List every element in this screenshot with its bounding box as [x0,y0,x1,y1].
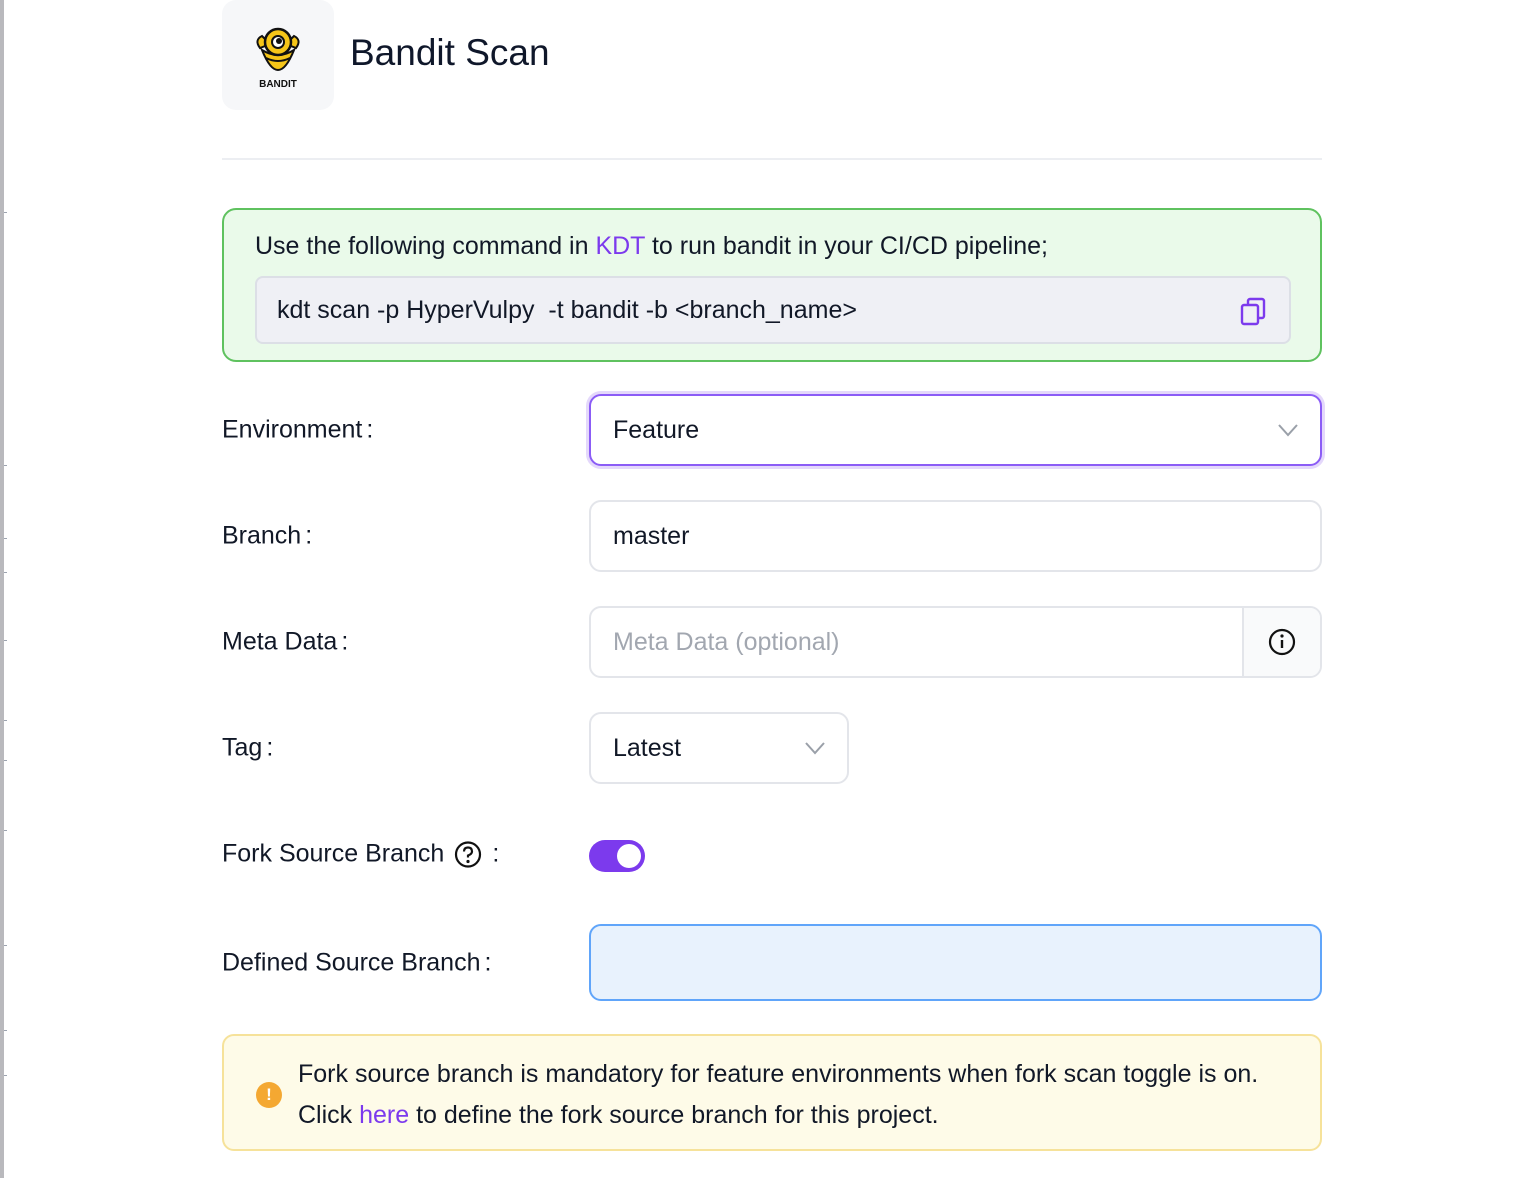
environment-row: Environment: Feature [222,394,1322,466]
chevron-down-icon [1278,424,1298,437]
command-intro-before: Use the following command in [255,232,596,260]
question-circle-icon[interactable] [454,840,482,868]
warning-icon: ! [256,1082,282,1108]
bandit-logo-text: BANDIT [259,79,297,90]
branch-input[interactable]: master [589,500,1322,572]
fork-source-branch-label: Fork Source Branch : [222,839,500,868]
warning-text-after: to define the fork source branch for thi… [409,1101,939,1129]
tag-value: Latest [613,733,682,762]
defined-source-branch-row: Defined Source Branch: [222,924,1322,1001]
bandit-logo-icon: BANDIT [256,27,300,90]
branch-row: Branch: master [222,500,1322,572]
command-box: Use the following command in KDT to run … [222,208,1322,362]
defined-source-branch-value [591,926,613,954]
toggle-knob [617,844,641,868]
tag-row: Tag: Latest [222,712,1322,784]
panel-header: BANDIT Bandit Scan [222,0,1322,160]
define-fork-branch-link[interactable]: here [359,1101,409,1129]
command-code-box: kdt scan -p HyperVulpy -t bandit -b <bra… [255,276,1291,344]
chevron-down-icon [805,742,825,755]
bandit-logo: BANDIT [222,0,334,110]
defined-source-branch-input[interactable] [589,924,1322,1001]
left-window-edge [0,0,7,1178]
environment-label: Environment: [222,415,374,444]
warning-text: Fork source branch is mandatory for feat… [298,1054,1288,1136]
command-intro-after: to run bandit in your CI/CD pipeline; [645,232,1049,260]
environment-select[interactable]: Feature [589,394,1322,466]
tag-select[interactable]: Latest [589,712,849,784]
meta-data-label: Meta Data: [222,627,349,656]
scan-panel: BANDIT Bandit Scan Use the following com… [222,0,1322,1151]
fork-source-branch-row: Fork Source Branch : [222,818,1322,890]
info-icon [1268,628,1296,656]
branch-value: master [613,521,690,550]
command-intro: Use the following command in KDT to run … [255,232,1048,261]
meta-data-row: Meta Data: Meta Data (optional) [222,606,1322,678]
command-code: kdt scan -p HyperVulpy -t bandit -b <bra… [277,296,857,324]
tag-label: Tag: [222,733,274,762]
environment-value: Feature [613,415,700,444]
meta-data-placeholder: Meta Data (optional) [613,627,840,656]
fork-source-branch-toggle[interactable] [589,840,645,872]
meta-data-info-addon[interactable] [1242,608,1320,676]
fork-warning-alert: ! Fork source branch is mandatory for fe… [222,1034,1322,1151]
branch-label: Branch: [222,521,313,550]
page-title: Bandit Scan [350,32,550,73]
copy-icon[interactable] [1239,297,1267,327]
kdt-link[interactable]: KDT [595,232,645,260]
defined-source-branch-label: Defined Source Branch: [222,948,492,976]
meta-data-input[interactable]: Meta Data (optional) [589,606,1322,678]
